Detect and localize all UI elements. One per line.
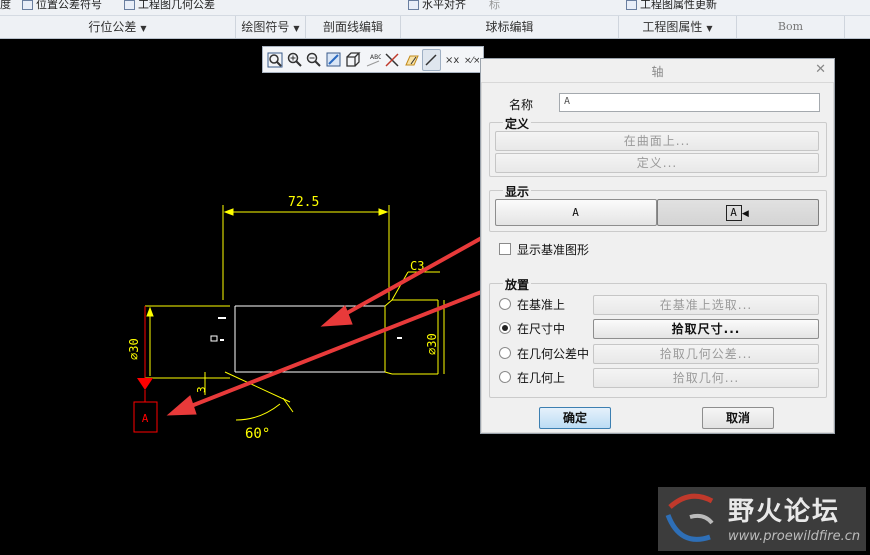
ribbon-top-row: 度 位置公差符号 工程图几何公差 水平对齐 标 工程图属性更新 xyxy=(0,0,870,14)
datum-flag-box: A xyxy=(726,205,742,221)
dim-length-text[interactable]: 72.5 xyxy=(288,195,319,210)
close-icon[interactable]: ✕ xyxy=(815,62,826,77)
align-icon xyxy=(408,0,419,10)
dim-small-text[interactable]: 3 xyxy=(195,386,208,393)
radio-in-dimension[interactable] xyxy=(499,322,511,334)
display-style-button[interactable] xyxy=(344,49,363,71)
graphics-toolbar: ABC ×x ×⁄× xyxy=(262,46,484,73)
svg-text:ABC: ABC xyxy=(370,54,381,61)
radio-on-geometry-label: 在几何上 xyxy=(517,371,566,385)
display-option-plain[interactable]: A xyxy=(495,199,657,226)
display-section-title: 显示 xyxy=(503,183,532,200)
name-label: 名称 xyxy=(509,98,534,112)
geom-tol-button[interactable]: 工程图几何公差 xyxy=(124,0,215,12)
group-drawing-attr[interactable]: 工程图属性 ▼ xyxy=(619,16,737,38)
axis-display-button[interactable] xyxy=(383,49,402,71)
repaint-icon xyxy=(326,52,341,67)
csys-display-button[interactable]: ×⁄× xyxy=(461,49,480,71)
watermark-title: 野火论坛 xyxy=(728,497,841,527)
datum-symbol[interactable]: A xyxy=(133,306,158,433)
define-section-title: 定义 xyxy=(503,115,532,132)
radio-in-geom-tol[interactable] xyxy=(499,347,511,359)
zoom-fit-icon xyxy=(267,52,283,68)
point-display-button[interactable]: ×x xyxy=(442,49,461,71)
pick-on-datum-button[interactable]: 在基准上选取... xyxy=(593,295,819,315)
geom-tolerance-icon xyxy=(124,0,135,10)
zoom-out-button[interactable] xyxy=(305,49,324,71)
dim-diameter-left-text[interactable]: ⌀30 xyxy=(127,338,141,360)
ribbon-groups: 行位公差 ▼ 绘图符号 ▼ 剖面线编辑 球标编辑 工程图属性 ▼ Bom xyxy=(0,15,870,38)
part-geometry xyxy=(145,205,445,421)
dim-angle-text[interactable]: 60° xyxy=(245,426,270,442)
pick-geom-tol-button[interactable]: 拾取几何公差... xyxy=(593,344,819,364)
cancel-button[interactable]: 取消 xyxy=(702,407,774,429)
mark-button[interactable]: 标 xyxy=(489,0,500,12)
zoom-out-icon xyxy=(307,52,321,67)
position-tol-symbol-button[interactable]: 位置公差符号 xyxy=(22,0,102,12)
cube-icon xyxy=(346,52,361,67)
display-option-flagged[interactable]: A ◀ xyxy=(657,199,819,226)
svg-text:×⁄×: ×⁄× xyxy=(464,56,479,66)
show-datum-graphic-checkbox[interactable] xyxy=(499,243,511,255)
datum-display-button[interactable]: ABC xyxy=(364,49,383,71)
define-button[interactable]: 定义... xyxy=(495,153,819,173)
arrow-head-icon xyxy=(166,395,197,416)
radio-on-geometry[interactable] xyxy=(499,371,511,383)
csys-display-icon: ×⁄× xyxy=(464,56,479,66)
pick-dimension-button[interactable]: 拾取尺寸... xyxy=(593,319,819,339)
radio-in-geom-tol-label: 在几何公差中 xyxy=(517,347,590,361)
repaint-button[interactable] xyxy=(325,49,344,71)
datum-label: A xyxy=(142,412,149,425)
forum-logo-icon xyxy=(665,493,714,542)
drawing-attr-update-button[interactable]: 工程图属性更新 xyxy=(626,0,717,12)
triangle-left-icon: ◀ xyxy=(741,209,750,219)
axis-display-icon xyxy=(385,53,399,67)
annotation-toggle-button[interactable] xyxy=(422,49,441,71)
group-bom[interactable]: Bom xyxy=(737,16,845,38)
plane-display-button[interactable] xyxy=(403,49,422,71)
svg-text:×x: ×x xyxy=(445,55,459,66)
group-balloon-edit[interactable]: 球标编辑 xyxy=(401,16,619,38)
radio-on-datum[interactable] xyxy=(499,298,511,310)
annotation-icon xyxy=(425,54,438,66)
group-drawing-symbol[interactable]: 绘图符号 ▼ xyxy=(236,16,306,38)
dim-diameter-right-text[interactable]: ⌀30 xyxy=(425,333,439,355)
dialog-titlebar[interactable]: 轴 ✕ xyxy=(481,59,834,83)
chevron-down-icon: ▼ xyxy=(293,24,300,33)
show-datum-graphic-label: 显示基准图形 xyxy=(517,243,590,257)
axis-dialog: 轴 ✕ 名称 A 定义 在曲面上... 定义... 显示 A A ◀ 显示基准图形… xyxy=(480,58,835,434)
arrow-head-icon xyxy=(320,305,353,327)
watermark-url: www.proewildfire.cn xyxy=(728,529,861,544)
horizontal-align-button[interactable]: 水平对齐 xyxy=(408,0,466,12)
ribbon: 度 位置公差符号 工程图几何公差 水平对齐 标 工程图属性更新 行位公差 ▼ 绘图… xyxy=(0,0,870,39)
chevron-down-icon: ▼ xyxy=(706,24,713,33)
datum-triangle-icon xyxy=(137,378,153,390)
watermark: 野火论坛 www.proewildfire.cn xyxy=(658,487,866,551)
dialog-title: 轴 xyxy=(651,65,664,79)
name-input[interactable]: A xyxy=(559,93,820,112)
update-icon xyxy=(626,0,637,10)
point-display-icon: ×x xyxy=(445,55,459,66)
chevron-down-icon: ▼ xyxy=(140,24,147,33)
radio-on-datum-label: 在基准上 xyxy=(517,298,566,312)
on-surface-button[interactable]: 在曲面上... xyxy=(495,131,819,151)
datum-display-icon: ABC xyxy=(366,54,381,67)
placement-section-title: 放置 xyxy=(503,276,532,293)
ok-button[interactable]: 确定 xyxy=(539,407,611,429)
group-position-tolerance[interactable]: 行位公差 ▼ xyxy=(0,16,236,38)
pick-geometry-button[interactable]: 拾取几何... xyxy=(593,368,819,388)
tolerance-symbol-icon xyxy=(22,0,33,10)
zoom-in-icon xyxy=(287,52,302,67)
plane-display-icon xyxy=(404,55,419,66)
zoom-fit-button[interactable] xyxy=(266,49,285,71)
radio-in-dimension-label: 在尺寸中 xyxy=(517,322,566,336)
zoom-in-button[interactable] xyxy=(286,49,305,71)
group-section-edit[interactable]: 剖面线编辑 xyxy=(306,16,401,38)
ribbon-fragment: 度 xyxy=(0,0,11,11)
